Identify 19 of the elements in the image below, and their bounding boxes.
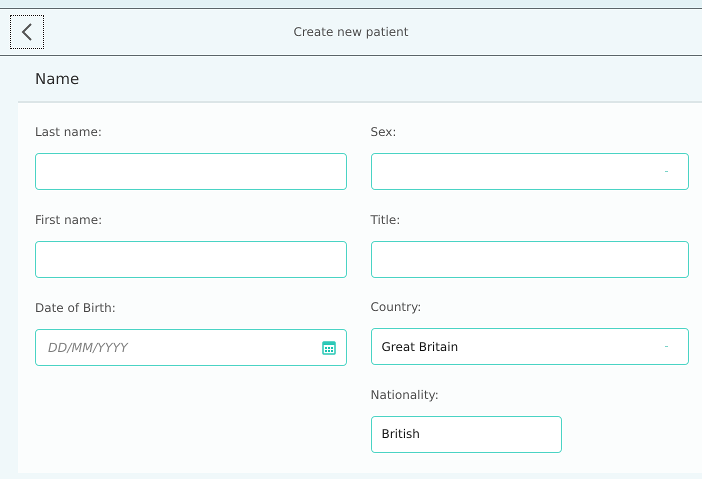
field-label: Sex: (370, 124, 398, 141)
field-label: Last name: (35, 124, 103, 141)
field-label: Title: (370, 212, 402, 228)
dropdown-field[interactable] (370, 153, 689, 190)
back-button[interactable] (10, 15, 44, 49)
calendar-icon[interactable] (322, 340, 336, 355)
input-field[interactable]: British (370, 416, 562, 452)
input-field[interactable] (35, 153, 346, 190)
input-field[interactable] (370, 240, 689, 278)
field-label: Country: (370, 299, 422, 316)
date-field[interactable]: DD/MM/YYYY (35, 329, 346, 366)
field-label: Date of Birth: (35, 300, 117, 317)
window-title: Create new patient (292, 25, 410, 39)
section-title: Name (35, 70, 80, 88)
chevron-left-icon (20, 22, 34, 42)
dropdown-field[interactable]: Great Britain (370, 328, 689, 365)
input-field[interactable] (35, 241, 346, 278)
field-label: Nationality: (370, 386, 440, 404)
field-label: First name: (35, 212, 104, 229)
